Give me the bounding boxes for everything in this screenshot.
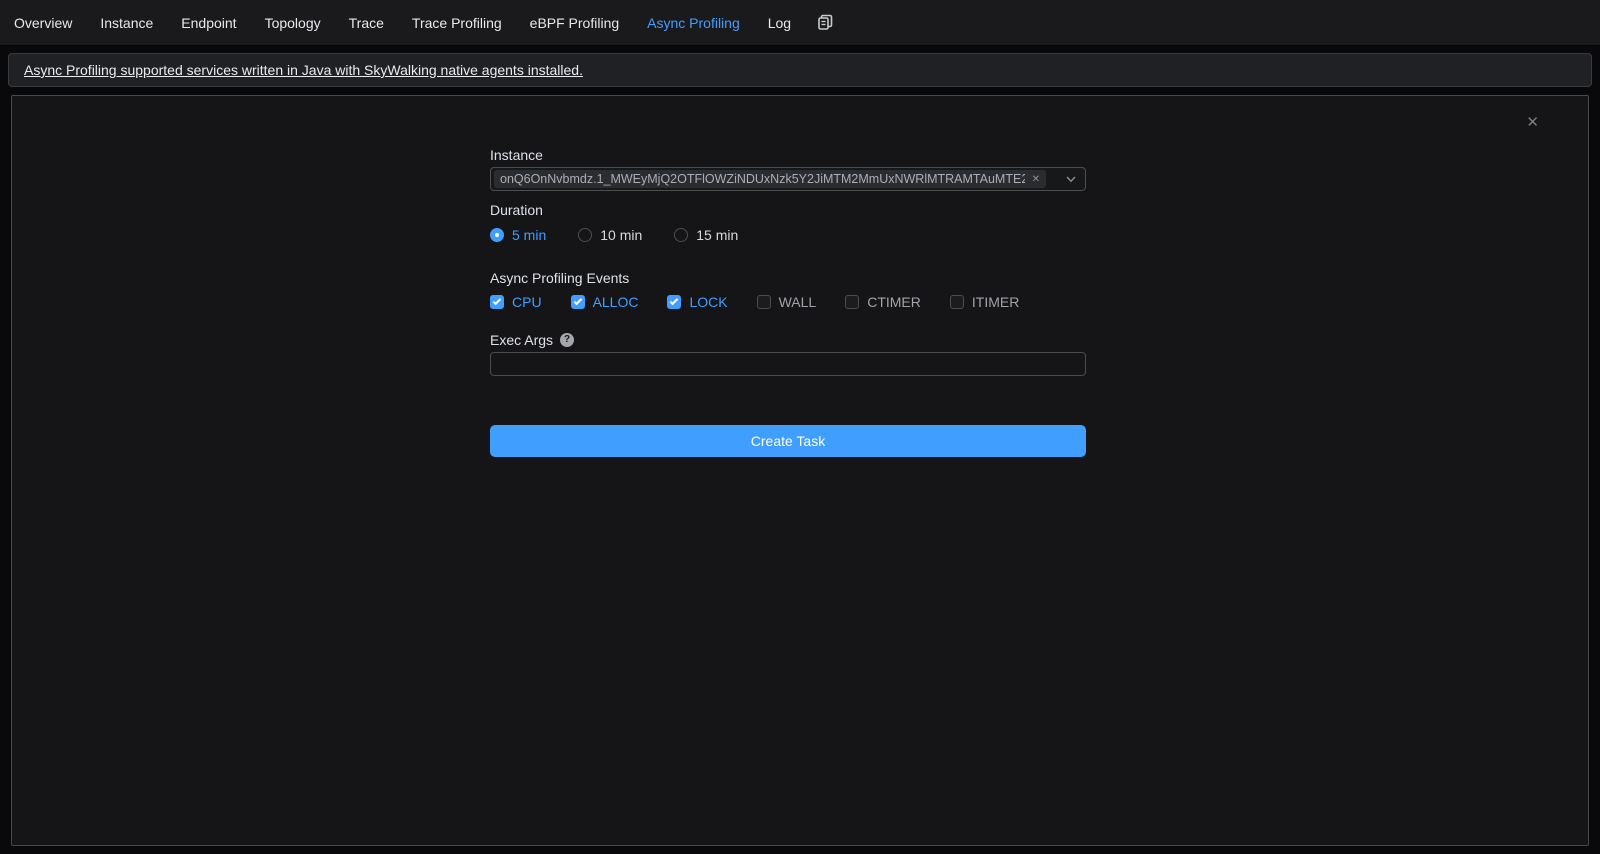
checkbox-icon xyxy=(667,295,681,309)
async-profiling-task-panel: ✕ Instance onQ6OnNvbmdz.1_MWEyMjQ2OTFlOW… xyxy=(11,95,1589,846)
duration-label: Duration xyxy=(490,202,543,218)
notice-banner: Async Profiling supported services writt… xyxy=(8,53,1592,87)
checkbox-icon xyxy=(490,295,504,309)
banner-link[interactable]: Async Profiling supported services writt… xyxy=(24,62,583,78)
tab-trace-profiling[interactable]: Trace Profiling xyxy=(398,15,516,31)
events-checkbox-group: CPU ALLOC LOCK WALL CTIMER ITIMER xyxy=(490,294,1019,310)
radio-icon xyxy=(578,228,592,242)
exec-args-label-row: Exec Args ? xyxy=(490,332,574,348)
event-checkbox-ctimer[interactable]: CTIMER xyxy=(845,294,921,310)
event-checkbox-itimer[interactable]: ITIMER xyxy=(950,294,1019,310)
event-checkbox-wall[interactable]: WALL xyxy=(757,294,817,310)
radio-icon xyxy=(674,228,688,242)
question-icon[interactable]: ? xyxy=(560,333,574,347)
duration-radio-group: 5 min 10 min 15 min xyxy=(490,227,738,243)
radio-icon xyxy=(490,228,504,242)
top-nav: Overview Instance Endpoint Topology Trac… xyxy=(0,0,1600,46)
tag-remove-icon[interactable]: ✕ xyxy=(1032,174,1040,185)
duration-radio-10min[interactable]: 10 min xyxy=(578,227,642,243)
copy-document-icon[interactable] xyxy=(805,14,846,31)
checkbox-icon xyxy=(757,295,771,309)
event-checkbox-cpu[interactable]: CPU xyxy=(490,294,542,310)
checkbox-icon xyxy=(950,295,964,309)
duration-radio-5min[interactable]: 5 min xyxy=(490,227,546,243)
tab-async-profiling[interactable]: Async Profiling xyxy=(633,15,754,31)
exec-args-label: Exec Args xyxy=(490,332,553,348)
instance-tag-text: onQ6OnNvbmdz.1_MWEyMjQ2OTFlOWZiNDUxNzk5Y… xyxy=(500,172,1025,186)
close-icon[interactable]: ✕ xyxy=(1526,116,1539,130)
tab-overview[interactable]: Overview xyxy=(0,15,86,31)
event-checkbox-lock[interactable]: LOCK xyxy=(667,294,727,310)
chevron-down-icon xyxy=(1065,173,1077,185)
tab-log[interactable]: Log xyxy=(754,15,805,31)
checkbox-icon xyxy=(845,295,859,309)
tab-ebpf-profiling[interactable]: eBPF Profiling xyxy=(516,15,633,31)
duration-radio-15min[interactable]: 15 min xyxy=(674,227,738,243)
instance-tag: onQ6OnNvbmdz.1_MWEyMjQ2OTFlOWZiNDUxNzk5Y… xyxy=(494,170,1046,188)
instance-select[interactable]: onQ6OnNvbmdz.1_MWEyMjQ2OTFlOWZiNDUxNzk5Y… xyxy=(490,167,1086,191)
tab-trace[interactable]: Trace xyxy=(335,15,398,31)
tab-topology[interactable]: Topology xyxy=(251,15,335,31)
create-task-button[interactable]: Create Task xyxy=(490,425,1086,457)
tab-instance[interactable]: Instance xyxy=(86,15,167,31)
tab-endpoint[interactable]: Endpoint xyxy=(167,15,250,31)
checkbox-icon xyxy=(571,295,585,309)
event-checkbox-alloc[interactable]: ALLOC xyxy=(571,294,639,310)
events-label: Async Profiling Events xyxy=(490,270,629,286)
exec-args-input[interactable] xyxy=(490,352,1086,376)
instance-label: Instance xyxy=(490,147,543,163)
